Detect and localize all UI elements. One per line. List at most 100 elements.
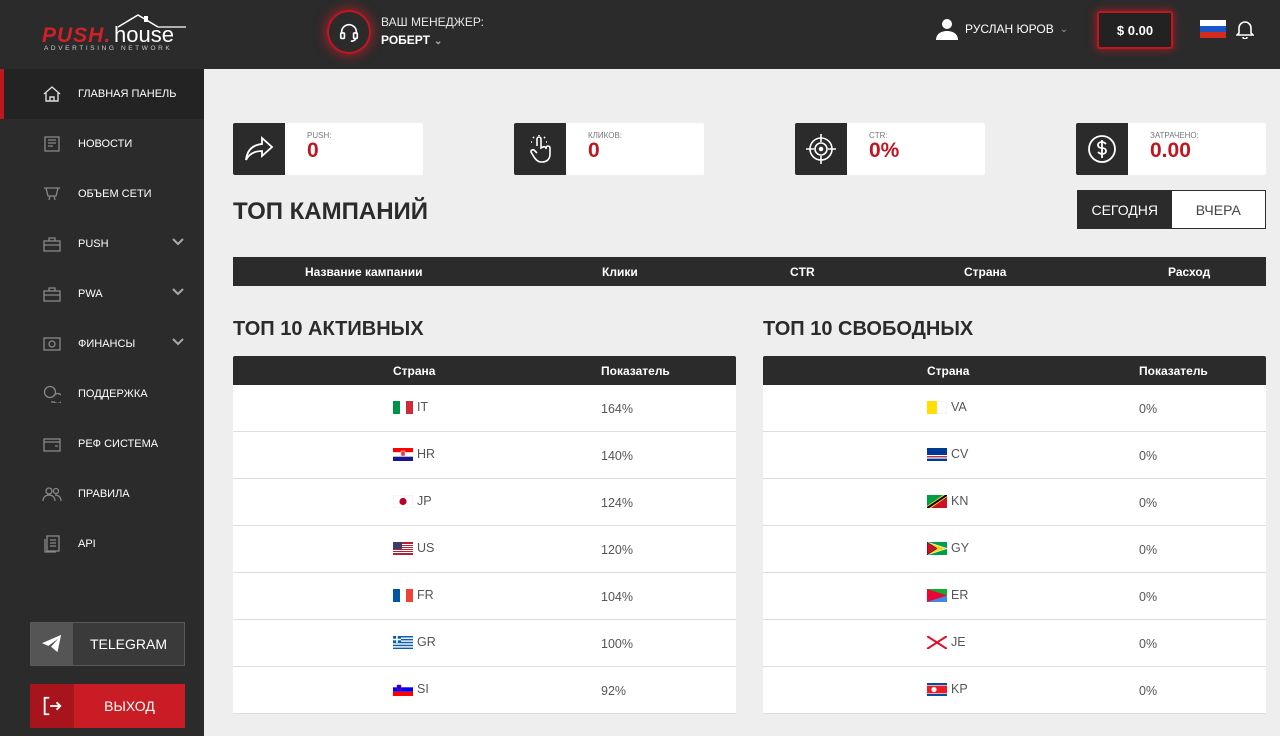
balance-button[interactable]: $ 0.00: [1097, 11, 1173, 49]
share-icon: [233, 123, 285, 175]
stat-value: 0: [588, 139, 600, 162]
today-button[interactable]: СЕГОДНЯ: [1078, 191, 1172, 228]
telegram-button[interactable]: TELEGRAM: [30, 622, 185, 666]
sidebar-item-поддержка[interactable]: ПОДДЕРЖКА: [0, 369, 204, 419]
country-cell: JE: [927, 635, 966, 649]
sidebar-item-label: РЕФ СИСТЕМА: [78, 438, 159, 450]
chat-icon: [42, 385, 62, 403]
sidebar-item-label: НОВОСТИ: [78, 138, 133, 150]
table-row: SI 92%: [233, 667, 736, 714]
kp-flag-icon: [927, 682, 947, 696]
table-row: JE 0%: [763, 620, 1266, 667]
free-title: ТОП 10 СВОБОДНЫХ: [763, 318, 974, 340]
country-cell: JP: [393, 494, 432, 508]
country-code: JP: [417, 494, 432, 508]
indicator-value: 104%: [601, 590, 633, 604]
sidebar-item-реф-система[interactable]: РЕФ СИСТЕМА: [0, 419, 204, 469]
country-cell: CV: [927, 447, 968, 461]
country-code: FR: [417, 588, 434, 602]
table-row: FR 104%: [233, 573, 736, 620]
sidebar-item-label: API: [78, 538, 96, 550]
table-row: KP 0%: [763, 667, 1266, 714]
table-row: IT 164%: [233, 385, 736, 432]
period-toggle: СЕГОДНЯ ВЧЕРА: [1077, 190, 1266, 229]
sidebar-item-pwa[interactable]: PWA: [0, 269, 204, 319]
stat-card-spent: ЗАТРАЧЕНО: 0.00: [1076, 123, 1266, 175]
sidebar-item-финансы[interactable]: ФИНАНСЫ: [0, 319, 204, 369]
telegram-icon: [31, 623, 73, 665]
sidebar-item-api[interactable]: API: [0, 519, 204, 569]
er-flag-icon: [927, 588, 947, 602]
country-cell: HR: [393, 447, 435, 461]
user-name: РУСЛАН ЮРОВ: [965, 22, 1054, 36]
sidebar-item-push[interactable]: PUSH: [0, 219, 204, 269]
active-table-header: Страна Показатель: [233, 356, 736, 385]
users-icon: [42, 485, 62, 503]
active-title: ТОП 10 АКТИВНЫХ: [233, 318, 424, 340]
indicator-value: 92%: [601, 684, 627, 698]
country-cell: VA: [927, 400, 967, 414]
sidebar-item-label: PWA: [78, 288, 103, 300]
je-flag-icon: [927, 635, 947, 649]
chevron-down-icon: [172, 237, 184, 249]
logout-icon: [30, 684, 74, 728]
free-table-header: Страна Показатель: [763, 356, 1266, 385]
table-row: ER 0%: [763, 573, 1266, 620]
col-campaign-name[interactable]: Название кампании: [305, 265, 422, 279]
indicator-value: 120%: [601, 543, 633, 557]
manager-name-dropdown[interactable]: РОБЕРТ ⌄: [381, 33, 442, 47]
user-icon: [936, 19, 958, 40]
stat-value: 0%: [869, 139, 900, 162]
click-icon: [514, 123, 566, 175]
col-country[interactable]: Страна: [964, 265, 1006, 279]
indicator-value: 0%: [1139, 543, 1158, 557]
country-code: SI: [417, 682, 429, 696]
col-ctr[interactable]: CTR: [790, 265, 815, 279]
dollar-icon: [1076, 123, 1128, 175]
yesterday-button[interactable]: ВЧЕРА: [1171, 191, 1265, 228]
country-code: KP: [951, 682, 968, 696]
table-row: KN 0%: [763, 479, 1266, 526]
sidebar-item-label: ПОДДЕРЖКА: [78, 388, 148, 400]
headset-icon[interactable]: [327, 10, 371, 54]
target-icon: [795, 123, 847, 175]
user-menu[interactable]: РУСЛАН ЮРОВ ⌄: [935, 18, 1068, 40]
money-icon: [42, 335, 62, 353]
col-value: Показатель: [601, 364, 670, 378]
indicator-value: 0%: [1139, 637, 1158, 651]
bell-icon[interactable]: [1236, 19, 1254, 39]
stat-value: 0: [307, 139, 319, 162]
gy-flag-icon: [927, 541, 947, 555]
manager-label: ВАШ МЕНЕДЖЕР:: [381, 15, 484, 29]
campaigns-table-header: Название кампании Клики CTR Страна Расхо…: [233, 257, 1266, 286]
active-table: Страна Показатель IT 164% HR 140% JP 124% US 12…: [233, 356, 736, 714]
table-row: VA 0%: [763, 385, 1266, 432]
pushhouse-logo[interactable]: PUSH. house ADVERTISING NETWORK: [42, 14, 187, 58]
briefcase-icon: [42, 285, 62, 303]
country-code: CV: [951, 447, 969, 461]
stat-card-ctr: CTR: 0%: [795, 123, 985, 175]
country-cell: GR: [393, 635, 436, 649]
country-cell: ER: [927, 588, 968, 602]
sidebar-item-новости[interactable]: НОВОСТИ: [0, 119, 204, 169]
sidebar-item-объем-сети[interactable]: ОБЪЕМ СЕТИ: [0, 169, 204, 219]
telegram-label: TELEGRAM: [89, 636, 167, 652]
russia-flag-icon[interactable]: [1200, 20, 1226, 38]
indicator-value: 0%: [1139, 402, 1158, 416]
table-row: US 120%: [233, 526, 736, 573]
country-cell: US: [393, 541, 434, 555]
indicator-value: 140%: [601, 449, 633, 463]
sidebar-item-правила[interactable]: ПРАВИЛА: [0, 469, 204, 519]
va-flag-icon: [927, 400, 947, 414]
col-spend[interactable]: Расход: [1168, 265, 1210, 279]
table-row: GY 0%: [763, 526, 1266, 573]
chevron-down-icon: [172, 337, 184, 349]
logout-button[interactable]: ВЫХОД: [30, 684, 185, 728]
chevron-down-icon: ⌄: [433, 36, 443, 47]
sidebar-item-dashboard[interactable]: ГЛАВНАЯ ПАНЕЛЬ: [0, 69, 204, 119]
wallet-icon: [42, 435, 62, 453]
top-bar: PUSH. house ADVERTISING NETWORK ВАШ МЕНЕ…: [0, 0, 1280, 69]
us-flag-icon: [393, 541, 413, 555]
col-clicks[interactable]: Клики: [602, 265, 638, 279]
indicator-value: 164%: [601, 402, 633, 416]
